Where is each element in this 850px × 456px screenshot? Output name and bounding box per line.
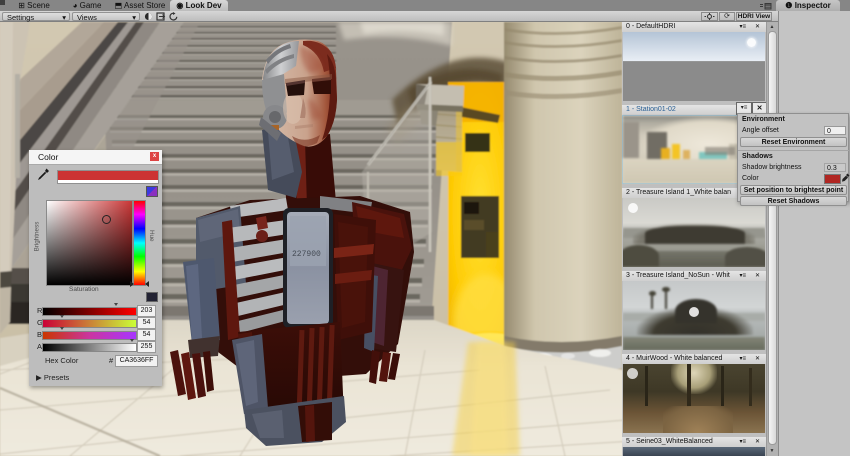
svg-text:227900: 227900 (292, 250, 321, 259)
